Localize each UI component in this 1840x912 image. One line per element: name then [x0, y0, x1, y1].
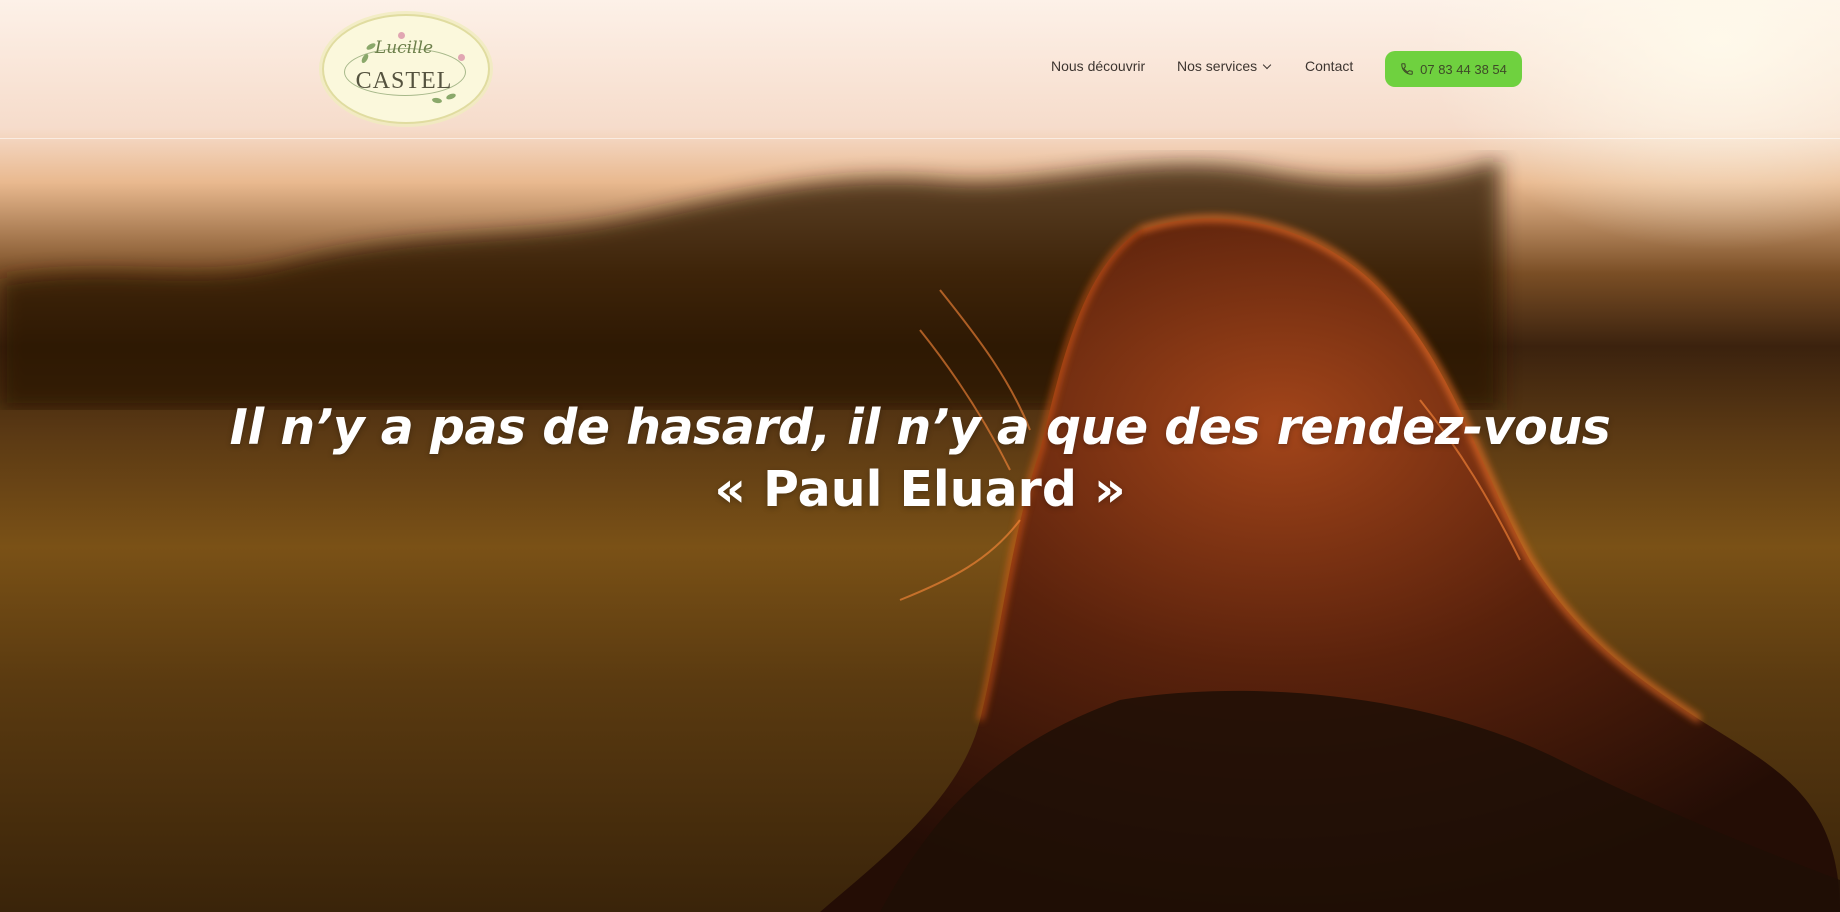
- quote-text: Il n’y a pas de hasard, il n’y a que des…: [229, 399, 1611, 456]
- phone-number: 07 83 44 38 54: [1420, 61, 1507, 77]
- logo-name-text: CASTEL: [355, 68, 453, 94]
- nav-item-label: Nous découvrir: [1051, 58, 1146, 74]
- site-logo[interactable]: Lucille CASTEL: [322, 14, 490, 124]
- nav-item-label: Nos services: [1177, 58, 1258, 74]
- nav-item-contact[interactable]: Contact: [1305, 58, 1353, 74]
- hero-quote: Il n’y a pas de hasard, il n’y a que des…: [0, 398, 1840, 522]
- hero-section: Lucille CASTEL Nous découvrir Nos servic…: [0, 0, 1840, 912]
- nav-item-label: Contact: [1305, 58, 1354, 74]
- hero-background-hills: [0, 160, 1500, 410]
- nav-item-nos-services[interactable]: Nos services: [1177, 58, 1272, 74]
- phone-button[interactable]: 07 83 44 38 54: [1385, 51, 1522, 87]
- nav-item-nous-decouvrir[interactable]: Nous découvrir: [1051, 58, 1145, 74]
- site-header: Lucille CASTEL Nous découvrir Nos servic…: [0, 0, 1840, 139]
- chevron-down-icon: [1262, 60, 1272, 70]
- quote-author: « Paul Eluard »: [714, 461, 1126, 518]
- logo-script-text: Lucille: [374, 38, 434, 58]
- phone-icon: [1401, 63, 1413, 75]
